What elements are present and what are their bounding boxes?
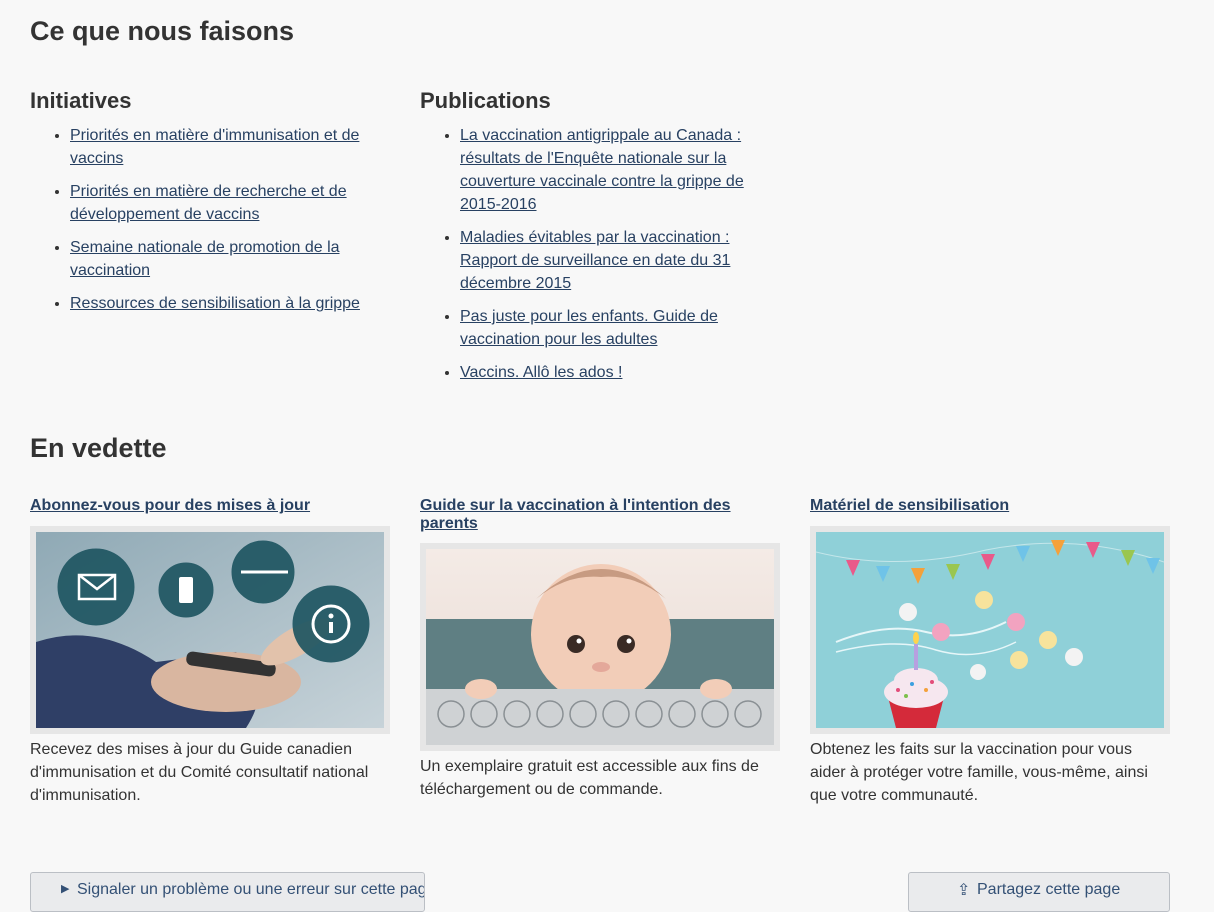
play-triangle-icon: ▶ (61, 883, 70, 895)
initiatives-list: Priorités en matière d'immunisation et d… (30, 124, 400, 325)
share-icon: ⇪ (957, 882, 971, 899)
publication-link-adult-guide[interactable]: Pas juste pour les enfants. Guide de vac… (460, 308, 718, 348)
publication-link-flu-survey[interactable]: La vaccination antigrippale au Canada : … (460, 127, 744, 213)
list-item: Ressources de sensibilisation à la gripp… (70, 292, 400, 315)
awareness-materials-link[interactable]: Matériel de sensibilisation (810, 497, 1009, 514)
list-item: Priorités en matière d'immunisation et d… (70, 124, 400, 170)
awareness-image[interactable] (810, 526, 1170, 734)
initiative-link-immunization-priorities[interactable]: Priorités en matière d'immunisation et d… (70, 127, 359, 167)
list-item: Maladies évitables par la vaccination : … (460, 226, 760, 295)
list-item: Semaine nationale de promotion de la vac… (70, 236, 400, 282)
publications-list: La vaccination antigrippale au Canada : … (420, 124, 760, 394)
section-title-featured: En vedette (30, 433, 167, 463)
list-item: Vaccins. Allô les ados ! (460, 361, 760, 384)
parents-guide-link[interactable]: Guide sur la vaccination à l'intention d… (420, 497, 731, 532)
list-item: Pas juste pour les enfants. Guide de vac… (460, 305, 760, 351)
subscribe-image[interactable] (30, 526, 390, 734)
parents-guide-image[interactable] (420, 543, 780, 751)
share-page-label: Partagez cette page (977, 881, 1121, 898)
initiatives-heading: Initiatives (30, 88, 132, 113)
initiative-link-research-priorities[interactable]: Priorités en matière de recherche et de … (70, 183, 347, 223)
publication-link-teens[interactable]: Vaccins. Allô les ados ! (460, 364, 622, 381)
subscribe-link[interactable]: Abonnez-vous pour des mises à jour (30, 497, 310, 514)
featured-title-awareness: Matériel de sensibilisation (810, 497, 1160, 515)
report-problem-label: Signaler un problème ou une erreur sur c… (77, 881, 425, 898)
publication-link-surveillance-report[interactable]: Maladies évitables par la vaccination : … (460, 229, 730, 292)
subscribe-description: Recevez des mises à jour du Guide canadi… (30, 741, 369, 804)
featured-title-parents-guide: Guide sur la vaccination à l'intention d… (420, 497, 760, 533)
parents-guide-description: Un exemplaire gratuit est accessible aux… (420, 758, 759, 798)
awareness-description: Obtenez les faits sur la vaccination pou… (810, 741, 1148, 804)
initiative-link-flu-resources[interactable]: Ressources de sensibilisation à la gripp… (70, 295, 360, 312)
share-page-button[interactable]: ⇪ Partagez cette page (908, 872, 1170, 912)
publications-heading: Publications (420, 88, 551, 113)
list-item: La vaccination antigrippale au Canada : … (460, 124, 760, 216)
list-item: Priorités en matière de recherche et de … (70, 180, 400, 226)
report-problem-button[interactable]: ▶ Signaler un problème ou une erreur sur… (30, 872, 425, 912)
initiative-link-immunization-week[interactable]: Semaine nationale de promotion de la vac… (70, 239, 340, 279)
section-title-what-we-do: Ce que nous faisons (30, 16, 295, 46)
featured-title-subscribe: Abonnez-vous pour des mises à jour (30, 497, 380, 515)
